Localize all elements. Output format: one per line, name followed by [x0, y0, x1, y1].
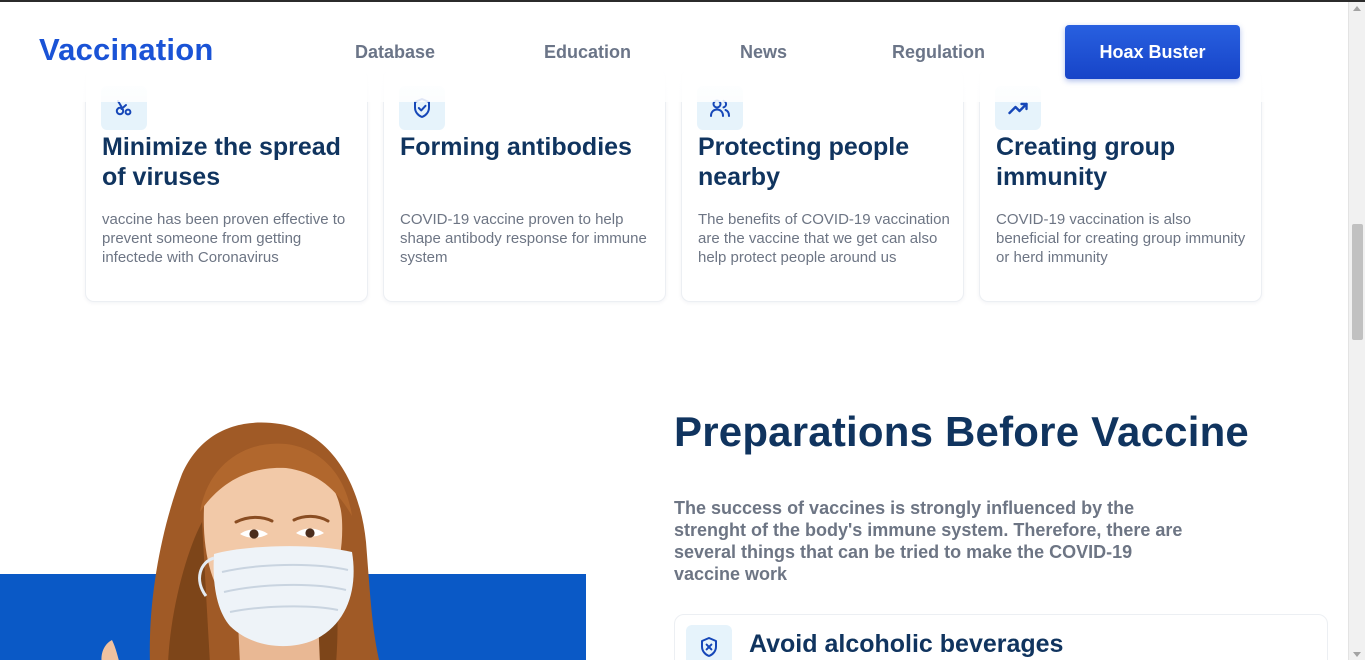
shield-x-icon	[686, 625, 732, 660]
tip-title: Avoid alcoholic beverages	[749, 630, 1064, 658]
benefit-title: Creating group immunity	[996, 133, 1176, 191]
nav-link-database[interactable]: Database	[355, 42, 435, 63]
benefit-title: Protecting people nearby	[698, 133, 910, 191]
tip-card-avoid-alcohol: Avoid alcoholic beverages	[674, 614, 1328, 660]
nav-link-regulation[interactable]: Regulation	[892, 42, 985, 63]
benefit-title: Minimize the spread of viruses	[102, 133, 341, 191]
woman-with-mask-image	[101, 422, 380, 660]
scroll-up-arrow-icon[interactable]	[1353, 6, 1361, 11]
page-scrollbar[interactable]	[1348, 2, 1365, 660]
benefit-text: The benefits of COVID-19 vaccination are…	[698, 211, 950, 266]
benefit-text: vaccine has been proven effective to pre…	[102, 211, 346, 266]
benefit-card-protecting-people: Protecting people nearby The benefits of…	[681, 69, 964, 302]
benefit-card-group-immunity: Creating group immunity COVID-19 vaccina…	[979, 69, 1262, 302]
nav-link-education[interactable]: Education	[544, 42, 631, 63]
hoax-buster-button[interactable]: Hoax Buster	[1065, 25, 1240, 79]
benefit-text: COVID-19 vaccination is also beneficial …	[996, 211, 1246, 266]
benefit-card-forming-antibodies: Forming antibodies COVID-19 vaccine prov…	[383, 69, 666, 302]
scroll-down-arrow-icon[interactable]	[1353, 652, 1361, 657]
preparation-description: The success of vaccines is strongly infl…	[674, 498, 1183, 584]
benefit-text: COVID-19 vaccine proven to help shape an…	[400, 211, 647, 266]
benefit-card-minimize-spread: Minimize the spread of viruses vaccine h…	[85, 69, 368, 302]
nav-link-news[interactable]: News	[740, 42, 787, 63]
navbar: Vaccination Database Education News Regu…	[0, 2, 1348, 102]
brand-logo[interactable]: Vaccination	[39, 32, 214, 68]
scrollbar-thumb[interactable]	[1352, 224, 1363, 340]
benefit-title: Forming antibodies	[400, 133, 632, 161]
preparation-title: Preparations Before Vaccine	[674, 408, 1249, 455]
